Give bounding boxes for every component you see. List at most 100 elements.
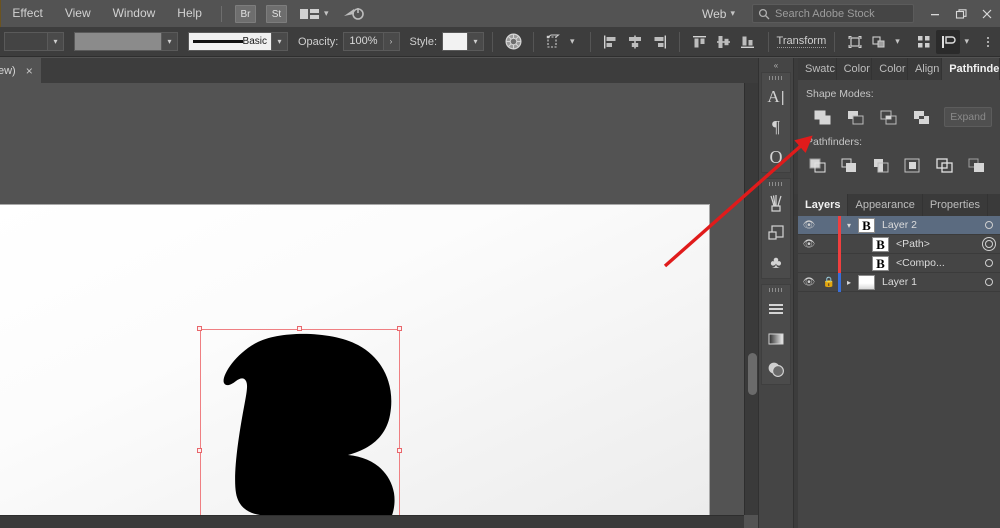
menu-item-effect[interactable]: Effect bbox=[1, 0, 53, 27]
menu-item-view[interactable]: View bbox=[54, 0, 102, 27]
tab-properties[interactable]: Properties bbox=[922, 194, 988, 216]
dock-grip-3[interactable] bbox=[762, 285, 790, 294]
control-bar-overflow-icon[interactable] bbox=[976, 30, 1000, 54]
bridge-icon[interactable]: Br bbox=[234, 4, 256, 23]
shape-options-icon[interactable] bbox=[542, 30, 566, 54]
recolor-artwork-icon[interactable] bbox=[501, 30, 525, 54]
pathfinder-minus-front-button[interactable] bbox=[839, 105, 872, 129]
brush-definition-control[interactable]: Basic ▾ bbox=[188, 32, 288, 51]
brushes-panel-icon[interactable] bbox=[762, 188, 790, 218]
workspace-switcher[interactable]: Web bbox=[702, 7, 726, 21]
tab-appearance[interactable]: Appearance bbox=[848, 194, 923, 216]
grid-icon[interactable] bbox=[912, 30, 936, 54]
align-left-icon[interactable] bbox=[599, 30, 623, 54]
transparency-panel-icon[interactable] bbox=[762, 354, 790, 384]
symbols-panel-icon[interactable] bbox=[762, 218, 790, 248]
layer-name[interactable]: <Compo... bbox=[893, 257, 978, 269]
align-horizontal-center-icon[interactable] bbox=[623, 30, 647, 54]
canvas-area[interactable] bbox=[0, 83, 758, 528]
target-indicator[interactable] bbox=[978, 221, 1000, 229]
stroke-swatch-control[interactable]: ▾ bbox=[74, 32, 178, 51]
shape-chevron-down-icon[interactable]: ▾ bbox=[570, 36, 575, 47]
document-tab[interactable]: ew) × bbox=[0, 58, 41, 83]
layer-name[interactable]: Layer 1 bbox=[879, 276, 978, 288]
transform-link[interactable]: Transform bbox=[776, 35, 827, 48]
layer-name[interactable]: <Path> bbox=[893, 238, 978, 250]
brush-definition[interactable]: Basic bbox=[188, 32, 272, 51]
arrange-documents-icon[interactable] bbox=[299, 7, 320, 21]
draw-mode-icon[interactable] bbox=[936, 29, 961, 54]
stroke-chevron-down-icon[interactable]: ▾ bbox=[162, 32, 178, 51]
canvas-horizontal-scrollbar[interactable] bbox=[0, 515, 744, 528]
opacity-more-icon[interactable]: › bbox=[383, 32, 400, 51]
layer-row-layer-2[interactable]: 👁 ▾ B Layer 2 bbox=[798, 215, 1000, 235]
paragraph-panel-icon[interactable]: ¶ bbox=[762, 112, 790, 142]
lock-icon[interactable]: 🔒 bbox=[820, 277, 838, 288]
canvas-vertical-scroll-thumb[interactable] bbox=[748, 353, 757, 395]
fill-chevron-down-icon[interactable]: ▾ bbox=[48, 32, 64, 51]
chevron-down-icon[interactable]: ▾ bbox=[324, 8, 329, 19]
isolate-object-icon[interactable] bbox=[843, 30, 867, 54]
graphic-styles-panel-icon[interactable]: ♣ bbox=[762, 248, 790, 278]
search-input[interactable] bbox=[775, 7, 903, 20]
search-adobe-stock[interactable] bbox=[752, 4, 914, 23]
opacity-input[interactable]: 100% bbox=[343, 32, 384, 51]
tab-pathfinder[interactable]: Pathfinder bbox=[942, 58, 1000, 80]
dock-grip-2[interactable] bbox=[762, 179, 790, 188]
tab-color[interactable]: Color bbox=[836, 58, 873, 80]
close-icon[interactable]: × bbox=[26, 65, 33, 77]
graphic-style-swatch[interactable] bbox=[442, 32, 469, 51]
minimize-button[interactable] bbox=[922, 0, 948, 27]
close-button[interactable] bbox=[974, 0, 1000, 27]
pathfinder-exclude-button[interactable] bbox=[905, 105, 938, 129]
pathfinder-intersect-button[interactable] bbox=[872, 105, 905, 129]
select-similar-icon[interactable] bbox=[867, 30, 891, 54]
collapse-panels-icon[interactable]: « bbox=[759, 58, 793, 72]
graphic-style-control[interactable]: ▾ bbox=[442, 32, 485, 51]
pathfinder-merge-button[interactable] bbox=[865, 153, 897, 177]
tab-color-guide[interactable]: Color bbox=[872, 58, 908, 80]
style-chevron-down-icon[interactable]: ▾ bbox=[468, 32, 485, 51]
layer-name[interactable]: Layer 2 bbox=[879, 219, 978, 231]
layer-row-layer-1[interactable]: 👁 🔒 ▸ Layer 1 bbox=[798, 272, 1000, 292]
target-indicator[interactable] bbox=[978, 278, 1000, 286]
stock-icon[interactable]: St bbox=[265, 4, 287, 23]
menu-item-help[interactable]: Help bbox=[166, 0, 213, 27]
visibility-eye-icon[interactable]: 👁 bbox=[798, 277, 820, 288]
align-bottom-icon[interactable] bbox=[736, 30, 760, 54]
visibility-eye-icon[interactable]: 👁 bbox=[798, 220, 820, 231]
pathfinder-unite-button[interactable] bbox=[806, 105, 839, 129]
target-indicator[interactable] bbox=[978, 259, 1000, 267]
restore-button[interactable] bbox=[948, 0, 974, 27]
gradient-panel-icon[interactable] bbox=[762, 324, 790, 354]
draw-mode-chevron-down-icon[interactable]: ▾ bbox=[964, 36, 969, 47]
menu-item-window[interactable]: Window bbox=[102, 0, 167, 27]
layer-row-compound[interactable]: B <Compo... bbox=[798, 253, 1000, 273]
fill-swatch-control[interactable]: ▾ bbox=[4, 32, 64, 51]
stroke-swatch[interactable] bbox=[74, 32, 162, 51]
visibility-eye-icon[interactable]: 👁 bbox=[798, 239, 820, 250]
pathfinder-outline-button[interactable] bbox=[929, 153, 961, 177]
canvas-vertical-scrollbar[interactable] bbox=[744, 83, 758, 515]
tab-align[interactable]: Align bbox=[907, 58, 943, 80]
chevron-right-icon[interactable]: ▸ bbox=[841, 278, 857, 287]
tab-swatches[interactable]: Swatc bbox=[798, 58, 837, 80]
align-panel-icon[interactable] bbox=[762, 294, 790, 324]
align-right-icon[interactable] bbox=[647, 30, 671, 54]
align-top-icon[interactable] bbox=[688, 30, 712, 54]
power-icon[interactable] bbox=[342, 6, 364, 22]
select-similar-chevron-down-icon[interactable]: ▾ bbox=[895, 36, 900, 47]
expand-button[interactable]: Expand bbox=[944, 107, 992, 127]
fill-swatch[interactable] bbox=[4, 32, 48, 51]
character-panel-icon[interactable]: A | bbox=[762, 82, 790, 112]
tab-layers[interactable]: Layers bbox=[798, 194, 849, 216]
pathfinder-trim-button[interactable] bbox=[834, 153, 866, 177]
pathfinder-divide-button[interactable] bbox=[802, 153, 834, 177]
selected-artwork[interactable] bbox=[197, 326, 402, 528]
brush-chevron-down-icon[interactable]: ▾ bbox=[272, 32, 288, 51]
align-vertical-center-icon[interactable] bbox=[712, 30, 736, 54]
layer-row-path[interactable]: 👁 B <Path> bbox=[798, 234, 1000, 254]
workspace-chevron-down-icon[interactable]: ▾ bbox=[730, 8, 735, 19]
opentype-panel-icon[interactable]: O bbox=[762, 142, 790, 172]
pathfinder-crop-button[interactable] bbox=[897, 153, 929, 177]
